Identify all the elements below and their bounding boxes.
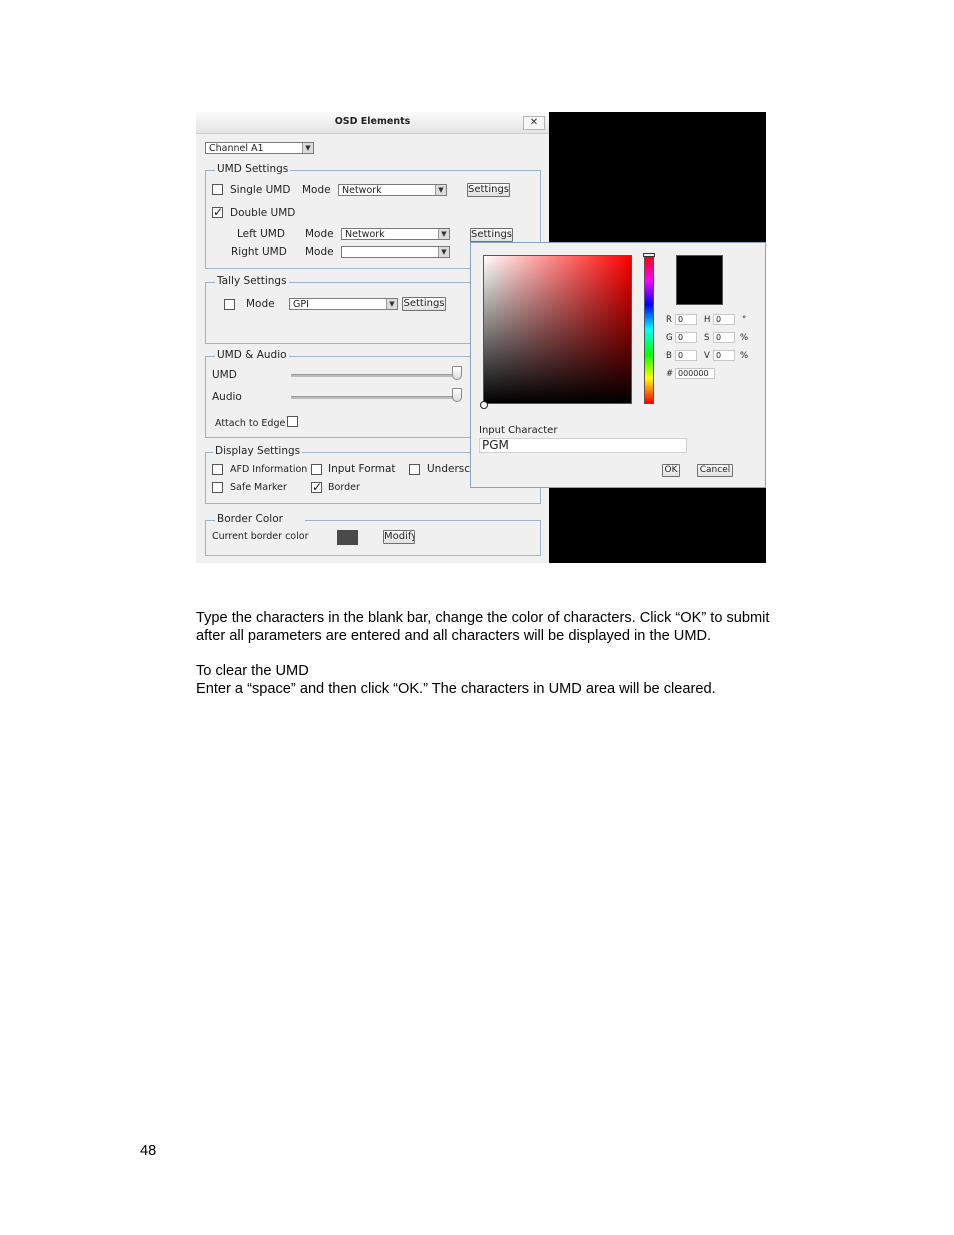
chevron-down-icon: ▼ xyxy=(438,247,449,257)
r-input[interactable]: 0 xyxy=(675,314,697,325)
color-cursor[interactable] xyxy=(480,401,488,409)
h-unit: ° xyxy=(742,315,747,325)
umd-audio-legend: UMD & Audio xyxy=(215,349,289,361)
chevron-down-icon: ▼ xyxy=(438,229,449,239)
g-label: G xyxy=(666,333,673,343)
v-input[interactable]: 0 xyxy=(713,350,735,361)
chevron-down-icon: ▼ xyxy=(302,143,313,153)
border-checkbox[interactable]: ✓ xyxy=(311,481,322,493)
double-umd-checkbox[interactable]: ✓ xyxy=(212,206,223,218)
single-umd-checkbox[interactable] xyxy=(212,184,223,195)
hex-input[interactable]: 000000 xyxy=(675,368,715,379)
tally-checkbox[interactable] xyxy=(224,299,235,310)
ok-button[interactable]: OK xyxy=(662,464,680,477)
h-input[interactable]: 0 xyxy=(713,314,735,325)
input-character-label: Input Character xyxy=(479,425,558,436)
right-mode-select[interactable]: ▼ xyxy=(341,246,450,258)
b-label: B xyxy=(666,351,672,361)
audio-slider-label: Audio xyxy=(212,391,242,403)
single-mode-label: Mode xyxy=(302,184,331,196)
page-number: 48 xyxy=(140,1143,157,1159)
saturation-value-area[interactable] xyxy=(483,255,632,404)
screenshot-figure: OSD Elements ✕ Channel A1 ▼ UMD Settings… xyxy=(196,112,766,563)
close-button[interactable]: ✕ xyxy=(523,116,545,130)
hue-strip[interactable] xyxy=(644,255,654,404)
border-label: Border xyxy=(328,482,360,493)
attach-to-edge-label: Attach to Edge xyxy=(215,418,286,429)
double-umd-label: Double UMD xyxy=(230,207,296,219)
tally-mode-value: GPI xyxy=(293,299,309,310)
tally-settings-button[interactable]: Settings xyxy=(402,297,446,311)
modify-button[interactable]: Modify xyxy=(383,530,415,544)
umd-slider-track[interactable] xyxy=(291,374,458,377)
right-mode-label: Mode xyxy=(305,246,334,258)
tally-settings-legend: Tally Settings xyxy=(215,275,289,287)
single-settings-button[interactable]: Settings xyxy=(467,183,510,197)
channel-select[interactable]: Channel A1 ▼ xyxy=(205,142,314,154)
left-mode-select[interactable]: Network ▼ xyxy=(341,228,450,240)
instruction-line-1: Type the characters in the blank bar, ch… xyxy=(196,610,770,626)
umd-settings-legend: UMD Settings xyxy=(215,163,291,175)
audio-slider-track[interactable] xyxy=(291,396,458,399)
s-unit: % xyxy=(740,333,749,343)
chevron-down-icon: ▼ xyxy=(386,299,397,309)
current-border-color-swatch xyxy=(337,530,358,545)
underscan-checkbox[interactable] xyxy=(409,464,420,475)
b-input[interactable]: 0 xyxy=(675,350,697,361)
dialog-title: OSD Elements xyxy=(334,116,411,127)
hex-label: # xyxy=(666,369,674,379)
v-label: V xyxy=(704,351,710,361)
umd-slider-handle[interactable] xyxy=(452,366,462,380)
audio-slider-handle[interactable] xyxy=(452,388,462,402)
safe-marker-label: Safe Marker xyxy=(230,482,287,493)
attach-to-edge-checkbox[interactable] xyxy=(287,416,298,427)
single-mode-value: Network xyxy=(342,185,382,196)
tally-mode-label: Mode xyxy=(246,298,275,310)
tally-mode-select[interactable]: GPI ▼ xyxy=(289,298,398,310)
left-settings-button[interactable]: Settings xyxy=(470,228,513,242)
left-umd-label: Left UMD xyxy=(237,228,285,240)
color-picker-dialog: R 0 G 0 B 0 H 0 ° S 0 % V 0 % # 000000 I… xyxy=(470,242,766,488)
r-label: R xyxy=(666,315,672,325)
border-color-legend: Border Color xyxy=(215,513,305,525)
clear-umd-heading: To clear the UMD xyxy=(196,663,309,679)
umd-slider-label: UMD xyxy=(212,369,237,381)
h-label: H xyxy=(704,315,711,325)
instruction-line-2: after all parameters are entered and all… xyxy=(196,628,712,644)
hue-handle[interactable] xyxy=(643,253,655,257)
s-input[interactable]: 0 xyxy=(713,332,735,343)
v-unit: % xyxy=(740,351,749,361)
clear-umd-instruction: Enter a “space” and then click “OK.” The… xyxy=(196,681,716,697)
single-umd-label: Single UMD xyxy=(230,184,291,196)
input-format-label: Input Format xyxy=(328,463,396,475)
left-mode-value: Network xyxy=(345,229,385,240)
afd-information-label: AFD Information xyxy=(230,464,308,475)
input-format-checkbox[interactable] xyxy=(311,464,322,475)
current-border-color-label: Current border color xyxy=(212,531,309,542)
cancel-button[interactable]: Cancel xyxy=(697,464,733,477)
display-settings-legend: Display Settings xyxy=(213,445,303,457)
s-label: S xyxy=(704,333,710,343)
single-mode-select[interactable]: Network ▼ xyxy=(338,184,447,196)
channel-select-value: Channel A1 xyxy=(209,143,264,154)
input-character-field[interactable]: PGM xyxy=(479,438,687,453)
afd-information-checkbox[interactable] xyxy=(212,464,223,475)
safe-marker-checkbox[interactable] xyxy=(212,482,223,493)
g-input[interactable]: 0 xyxy=(675,332,697,343)
dialog-titlebar: OSD Elements ✕ xyxy=(196,112,549,134)
chevron-down-icon: ▼ xyxy=(435,185,446,195)
selected-color-swatch xyxy=(676,255,723,305)
left-mode-label: Mode xyxy=(305,228,334,240)
right-umd-label: Right UMD xyxy=(231,246,287,258)
